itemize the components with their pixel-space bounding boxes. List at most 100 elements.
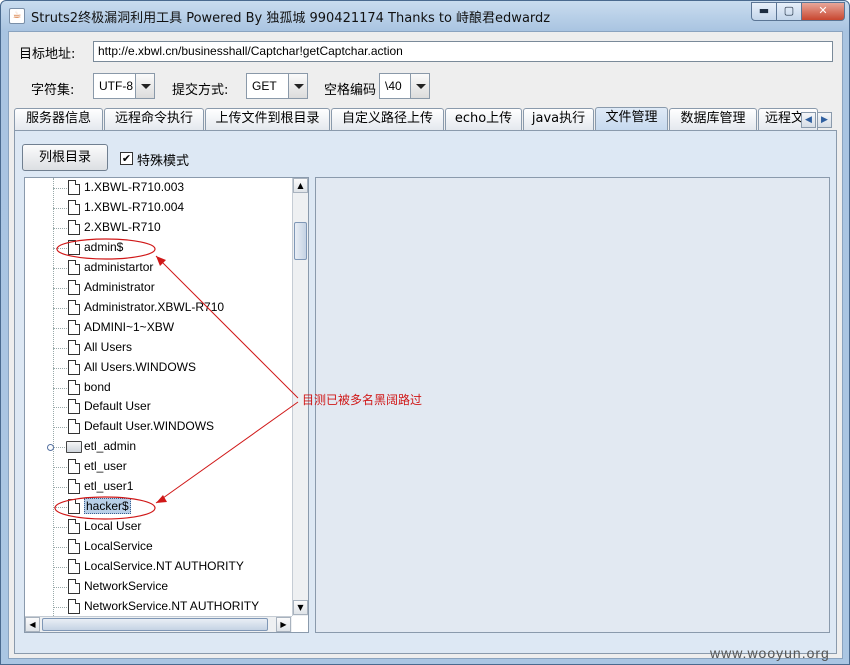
tree-node-label: LocalService [84, 539, 153, 553]
file-icon [68, 380, 80, 395]
scroll-left-icon[interactable]: ◀ [25, 617, 40, 632]
expand-handle-icon[interactable] [47, 444, 54, 451]
file-icon [68, 260, 80, 275]
tree-node[interactable]: NetworkService [25, 577, 291, 597]
method-select[interactable]: GET [246, 73, 308, 99]
tree-node[interactable]: etl_user [25, 457, 291, 477]
tab-scroll-right-icon[interactable]: ▶ [817, 112, 832, 128]
tab-0[interactable]: 服务器信息 [14, 108, 103, 130]
watermark: www.wooyun.org [710, 645, 830, 661]
tree-node[interactable]: NetworkService.NT AUTHORITY [25, 597, 291, 617]
chevron-down-icon[interactable] [288, 74, 307, 98]
file-icon [68, 340, 80, 355]
tree-node[interactable]: admin$ [25, 238, 291, 258]
tab-7[interactable]: 数据库管理 [669, 108, 757, 130]
close-button[interactable]: ✕ [802, 2, 845, 21]
file-icon [68, 459, 80, 474]
tree-node[interactable]: All Users [25, 338, 291, 358]
tree-node[interactable]: All Users.WINDOWS [25, 358, 291, 378]
tree-branch-line [53, 527, 67, 528]
folder-icon [66, 441, 82, 453]
tab-5[interactable]: java执行 [523, 108, 594, 130]
tree-node-label: etl_user [84, 459, 127, 473]
tree-node-label: Local User [84, 519, 142, 533]
tree-branch-line [53, 348, 67, 349]
list-root-button[interactable]: 列根目录 [22, 144, 108, 171]
tree-node[interactable]: hacker$ [25, 497, 291, 517]
file-icon [68, 320, 80, 335]
tree-branch-line [53, 388, 67, 389]
tree-node[interactable]: Default User [25, 397, 291, 417]
tree-branch-line [53, 328, 67, 329]
tree-node-label: Administrator.XBWL-R710 [84, 300, 225, 314]
tree-node-label: Default User [84, 399, 151, 413]
tree-node[interactable]: bond [25, 378, 291, 398]
file-icon [68, 220, 80, 235]
tree-node[interactable]: 1.XBWL-R710.004 [25, 198, 291, 218]
tree-node[interactable]: LocalService.NT AUTHORITY [25, 557, 291, 577]
tree-branch-line [53, 587, 67, 588]
scroll-right-icon[interactable]: ▶ [276, 617, 291, 632]
tree-branch-line [53, 447, 67, 448]
tree-node[interactable]: Administrator [25, 278, 291, 298]
scroll-up-icon[interactable]: ▲ [293, 178, 308, 193]
tab-scroll-left-icon[interactable]: ◀ [801, 112, 816, 128]
directory-tree: 1.XBWL-R710.003 1.XBWL-R710.004 2.XBWL-R71… [24, 177, 309, 633]
tree-branch-line [53, 188, 67, 189]
tree-node-label: hacker$ [84, 498, 131, 514]
minimize-button[interactable]: ▬ [751, 2, 777, 21]
tree-node[interactable]: ADMINI~1~XBW [25, 318, 291, 338]
file-icon [68, 519, 80, 534]
file-manager-panel: 列根目录 ✔ 特殊模式 1.XBWL-R710.003 1.XBWL-R710.0… [14, 130, 837, 654]
tree-node-label: admin$ [84, 240, 124, 254]
tree-node[interactable]: Local User [25, 517, 291, 537]
special-mode-checkbox[interactable]: ✔ [120, 152, 133, 165]
scrollbar-thumb[interactable] [42, 618, 268, 631]
tree-node-label: 2.XBWL-R710 [84, 220, 161, 234]
window-title: Struts2终极漏洞利用工具 Powered By 独孤城 990421174… [31, 11, 551, 26]
file-icon [68, 419, 80, 434]
scroll-down-icon[interactable]: ▼ [293, 600, 308, 615]
tree-branch-line [53, 407, 67, 408]
file-icon [68, 599, 80, 614]
tree-node[interactable]: etl_admin [25, 437, 291, 457]
tree-branch-line [53, 567, 67, 568]
target-url-input[interactable]: http://e.xbwl.cn/businesshall/Captchar!g… [93, 41, 833, 62]
tab-1[interactable]: 远程命令执行 [104, 108, 204, 130]
tab-2[interactable]: 上传文件到根目录 [205, 108, 330, 130]
tree-node[interactable]: administartor [25, 258, 291, 278]
tab-6[interactable]: 文件管理 [595, 107, 668, 131]
tree-node[interactable]: LocalService [25, 537, 291, 557]
method-value: GET [252, 79, 277, 93]
file-icon [68, 200, 80, 215]
tree-branch-line [53, 427, 67, 428]
tree-node[interactable]: etl_user1 [25, 477, 291, 497]
file-icon [68, 579, 80, 594]
target-url-label: 目标地址: [19, 47, 76, 62]
tree-node[interactable]: 2.XBWL-R710 [25, 218, 291, 238]
scrollbar-thumb[interactable] [294, 222, 307, 260]
tab-4[interactable]: echo上传 [445, 108, 522, 130]
space-encoding-label: 空格编码 [324, 83, 377, 98]
chevron-down-icon[interactable] [410, 74, 429, 98]
tree-node-label: administartor [84, 260, 154, 274]
tab-3[interactable]: 自定义路径上传 [331, 108, 444, 130]
tree-node-label: ADMINI~1~XBW [84, 320, 175, 334]
charset-select[interactable]: UTF-8 [93, 73, 155, 99]
annotation-text: 目测已被多名黑阔路过 [302, 393, 423, 407]
tree-node-label: Default User.WINDOWS [84, 419, 215, 433]
tree-node-label: NetworkService.NT AUTHORITY [84, 599, 260, 613]
file-icon [68, 399, 80, 414]
tree-node-label: bond [84, 380, 111, 394]
tree-node[interactable]: 1.XBWL-R710.003 [25, 178, 291, 198]
chevron-down-icon[interactable] [135, 74, 154, 98]
tree-node-label: LocalService.NT AUTHORITY [84, 559, 244, 573]
tree-node-label: 1.XBWL-R710.004 [84, 200, 185, 214]
tree-node[interactable]: Default User.WINDOWS [25, 417, 291, 437]
maximize-button[interactable]: ▢ [777, 2, 802, 21]
tree-horizontal-scrollbar[interactable]: ◀ ▶ [25, 616, 292, 632]
space-encoding-select[interactable]: \40 [379, 73, 430, 99]
tree-node-label: All Users.WINDOWS [84, 360, 196, 374]
tree-node[interactable]: Administrator.XBWL-R710 [25, 298, 291, 318]
tree-branch-line [53, 248, 67, 249]
